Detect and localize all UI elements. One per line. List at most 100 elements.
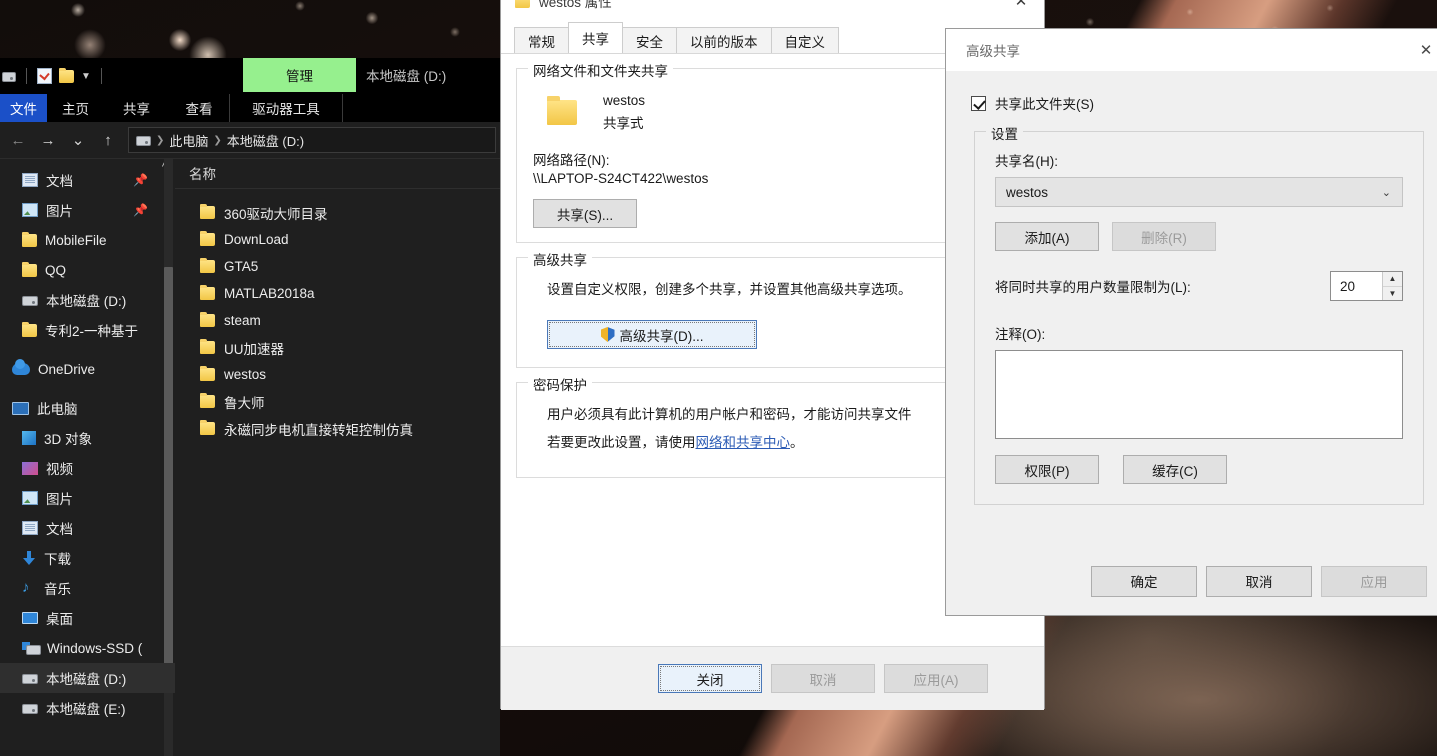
password-protection-line1: 用户必须具有此计算机的用户帐户和密码，才能访问共享文件 bbox=[547, 407, 912, 422]
advanced-sharing-button[interactable]: 高级共享(D)... bbox=[547, 320, 757, 349]
advanced-sharing-dialog: 高级共享 ✕ 共享此文件夹(S) 设置 共享名(H): westos ⌄ 添加(… bbox=[945, 28, 1437, 616]
folder-icon bbox=[515, 0, 530, 8]
back-button[interactable]: ← bbox=[4, 126, 32, 154]
folder-icon bbox=[200, 258, 215, 273]
sidebar-item-pictures-pc[interactable]: 图片 bbox=[0, 483, 175, 513]
chevron-down-icon[interactable]: ⌄ bbox=[1382, 186, 1391, 199]
advanced-sharing-description: 设置自定义权限，创建多个共享，并设置其他高级共享选项。 bbox=[547, 282, 912, 297]
quick-access-toolbar: ▼ 管理 本地磁盘 (D:) bbox=[0, 58, 500, 94]
share-name-combobox[interactable]: westos ⌄ bbox=[995, 177, 1403, 207]
comment-input[interactable] bbox=[995, 350, 1403, 439]
tab-view[interactable]: 查看 bbox=[169, 94, 229, 122]
network-and-sharing-center-link[interactable]: 网络和共享中心 bbox=[696, 435, 791, 450]
sidebar-item-videos[interactable]: 视频 bbox=[0, 453, 175, 483]
user-limit-row: 将同时共享的用户数量限制为(L): 20 ▲ ▼ bbox=[995, 271, 1403, 301]
up-button[interactable]: ↑ bbox=[94, 126, 122, 154]
sidebar-item-local-disk-e[interactable]: 本地磁盘 (E:) bbox=[0, 693, 175, 723]
sidebar-item-label: Windows-SSD ( bbox=[47, 640, 143, 656]
sidebar-item-3d-objects[interactable]: 3D 对象 bbox=[0, 423, 175, 453]
sidebar-item-windows-ssd[interactable]: Windows-SSD ( bbox=[0, 633, 175, 663]
file-row[interactable]: 永磁同步电机直接转矩控制仿真 bbox=[175, 415, 500, 442]
advanced-sharing-title-text: 高级共享 bbox=[966, 44, 1020, 59]
pin-icon[interactable]: 📌 bbox=[133, 173, 148, 187]
tab-general[interactable]: 常规 bbox=[514, 27, 569, 53]
sidebar-item-documents-pc[interactable]: 文档 bbox=[0, 513, 175, 543]
sidebar-item-local-disk-d[interactable]: 本地磁盘 (D:) bbox=[0, 663, 175, 693]
tab-security[interactable]: 安全 bbox=[622, 27, 677, 53]
sidebar-item-mobilefile[interactable]: MobileFile bbox=[0, 225, 175, 255]
settings-actions: 权限(P) 缓存(C) bbox=[995, 455, 1403, 484]
windows-drive-icon bbox=[22, 641, 41, 655]
shared-folder-name: westos bbox=[603, 93, 646, 108]
apply-button: 应用(A) bbox=[884, 664, 988, 693]
sidebar-item-pictures[interactable]: 图片 📌 bbox=[0, 195, 175, 225]
sidebar-item-music[interactable]: ♪ 音乐 bbox=[0, 573, 175, 603]
music-icon: ♪ bbox=[22, 579, 30, 596]
folder-icon bbox=[547, 95, 577, 125]
checklist-icon[interactable] bbox=[37, 68, 52, 84]
file-row[interactable]: westos bbox=[175, 361, 500, 388]
sidebar-item-label: 专利2-一种基于 bbox=[45, 324, 139, 339]
close-icon[interactable]: ✕ bbox=[1403, 29, 1437, 71]
sidebar-item-patent2[interactable]: 专利2-一种基于 bbox=[0, 315, 175, 345]
file-row[interactable]: 360驱动大师目录 bbox=[175, 199, 500, 226]
shared-folder-summary: westos 共享式 bbox=[547, 89, 1012, 135]
sidebar-item-qq[interactable]: QQ bbox=[0, 255, 175, 285]
forward-button[interactable]: → bbox=[34, 126, 62, 154]
ok-button[interactable]: 确定 bbox=[1091, 565, 1197, 597]
file-row[interactable]: UU加速器 bbox=[175, 334, 500, 361]
permissions-button[interactable]: 权限(P) bbox=[995, 455, 1099, 484]
share-button[interactable]: 共享(S)... bbox=[533, 199, 637, 228]
close-icon[interactable]: ✕ bbox=[998, 0, 1044, 23]
tab-previous-versions[interactable]: 以前的版本 bbox=[676, 27, 772, 53]
file-row[interactable]: GTA5 bbox=[175, 253, 500, 280]
drive-icon bbox=[22, 704, 38, 714]
comment-label: 注释(O): bbox=[995, 327, 1046, 342]
tab-drive-tools[interactable]: 驱动器工具 bbox=[229, 94, 343, 122]
breadcrumb-local-disk-d[interactable]: 本地磁盘 (D:) bbox=[227, 131, 304, 150]
videos-icon bbox=[22, 461, 38, 475]
file-name: steam bbox=[224, 313, 261, 328]
file-row[interactable]: steam bbox=[175, 307, 500, 334]
sidebar-item-label: 文档 bbox=[46, 522, 73, 537]
column-header-name[interactable]: 名称 bbox=[175, 159, 500, 189]
contextual-tab-manage[interactable]: 管理 bbox=[243, 58, 356, 92]
chevron-down-icon[interactable]: ▼ bbox=[81, 71, 91, 82]
cache-button[interactable]: 缓存(C) bbox=[1123, 455, 1227, 484]
sidebar-item-local-disk-d-quick[interactable]: 本地磁盘 (D:) bbox=[0, 285, 175, 315]
share-this-folder-checkbox[interactable] bbox=[971, 95, 986, 111]
stepper-up-icon[interactable]: ▲ bbox=[1383, 272, 1402, 287]
file-row[interactable]: DownLoad bbox=[175, 226, 500, 253]
tab-home[interactable]: 主页 bbox=[47, 94, 104, 122]
folder-icon bbox=[200, 312, 215, 327]
sidebar-item-downloads[interactable]: 下载 bbox=[0, 543, 175, 573]
stepper-down-icon[interactable]: ▼ bbox=[1383, 286, 1402, 300]
sidebar-item-label: 桌面 bbox=[46, 612, 73, 627]
sidebar-item-label: MobileFile bbox=[45, 232, 107, 248]
breadcrumb-this-pc[interactable]: 此电脑 bbox=[169, 131, 208, 150]
file-name: UU加速器 bbox=[224, 341, 284, 357]
file-row[interactable]: MATLAB2018a bbox=[175, 280, 500, 307]
cancel-button[interactable]: 取消 bbox=[1206, 565, 1312, 597]
sidebar-item-onedrive[interactable]: OneDrive bbox=[0, 354, 175, 384]
drive-icon bbox=[136, 136, 151, 146]
user-limit-stepper[interactable]: 20 ▲ ▼ bbox=[1330, 271, 1403, 301]
file-name: GTA5 bbox=[224, 259, 259, 274]
sidebar-item-label: 图片 bbox=[46, 204, 73, 219]
folder-icon[interactable] bbox=[59, 67, 74, 83]
tab-file[interactable]: 文件 bbox=[0, 94, 47, 122]
add-button[interactable]: 添加(A) bbox=[995, 222, 1099, 251]
sidebar-item-this-pc[interactable]: 此电脑 bbox=[0, 393, 175, 423]
share-this-folder-row[interactable]: 共享此文件夹(S) bbox=[971, 93, 1424, 113]
sidebar-item-desktop[interactable]: 桌面 bbox=[0, 603, 175, 633]
file-row[interactable]: 鲁大师 bbox=[175, 388, 500, 415]
address-bar[interactable]: ❯ 此电脑 ❯ 本地磁盘 (D:) bbox=[128, 127, 496, 153]
tab-share[interactable]: 共享 bbox=[104, 94, 169, 122]
tab-customize[interactable]: 自定义 bbox=[770, 27, 839, 53]
pin-icon[interactable]: 📌 bbox=[133, 203, 148, 217]
sidebar-item-documents[interactable]: 文档 📌 bbox=[0, 165, 175, 195]
tab-sharing[interactable]: 共享 bbox=[568, 22, 623, 53]
close-button[interactable]: 关闭 bbox=[658, 664, 762, 693]
recent-locations-button[interactable]: ⌄ bbox=[64, 126, 92, 154]
